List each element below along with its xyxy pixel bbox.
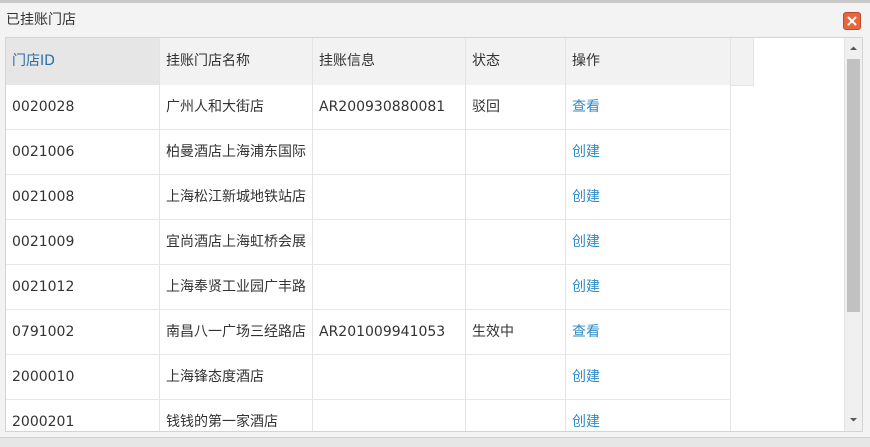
create-link[interactable]: 创建 xyxy=(572,234,600,250)
status-cell xyxy=(466,355,566,399)
store-id-cell: 2000010 xyxy=(6,355,160,399)
store-id-cell: 0020028 xyxy=(6,85,160,129)
account-info-cell xyxy=(313,400,466,431)
status-cell: 生效中 xyxy=(466,310,566,354)
create-link[interactable]: 创建 xyxy=(572,414,600,430)
account-info-cell xyxy=(313,130,466,174)
column-header-account-info[interactable]: 挂账信息 xyxy=(313,38,466,85)
table-row: 0021009 宜尚酒店上海虹桥会展 创建 xyxy=(6,220,731,265)
store-id-cell: 0021008 xyxy=(6,175,160,219)
store-name-cell: 钱钱的第一家酒店 xyxy=(160,400,313,431)
account-info-cell xyxy=(313,265,466,309)
scrollbar-thumb[interactable] xyxy=(847,59,860,312)
account-info-cell: AR201009941053 xyxy=(313,310,466,354)
scroll-up-button[interactable] xyxy=(845,40,862,57)
action-cell: 创建 xyxy=(566,220,731,264)
column-header-status[interactable]: 状态 xyxy=(466,38,566,85)
store-name-cell: 宜尚酒店上海虹桥会展 xyxy=(160,220,313,264)
store-name-cell: 南昌八一广场三经路店 xyxy=(160,310,313,354)
status-cell: 驳回 xyxy=(466,85,566,129)
table-row: 0021012 上海奉贤工业园广丰路 创建 xyxy=(6,265,731,310)
hung-account-stores-dialog: 已挂账门店 门店ID 挂账门店名称 挂账信息 状态 操作 0020028 广州人… xyxy=(0,0,870,447)
dialog-title: 已挂账门店 xyxy=(6,12,76,28)
table-row: 0791002 南昌八一广场三经路店 AR201009941053 生效中 查看 xyxy=(6,310,731,355)
action-cell: 创建 xyxy=(566,265,731,309)
store-name-cell: 上海松江新城地铁站店 xyxy=(160,175,313,219)
action-cell: 创建 xyxy=(566,175,731,219)
action-cell: 创建 xyxy=(566,130,731,174)
store-id-cell: 2000201 xyxy=(6,400,160,431)
account-info-cell xyxy=(313,175,466,219)
dialog-title-bar[interactable]: 已挂账门店 xyxy=(0,3,870,36)
status-cell xyxy=(466,175,566,219)
account-info-cell xyxy=(313,220,466,264)
status-cell xyxy=(466,265,566,309)
column-header-action[interactable]: 操作 xyxy=(566,38,731,85)
store-name-cell: 上海奉贤工业园广丰路 xyxy=(160,265,313,309)
store-id-cell: 0021012 xyxy=(6,265,160,309)
column-header-store-name[interactable]: 挂账门店名称 xyxy=(160,38,313,85)
close-button[interactable] xyxy=(843,12,861,30)
column-header-filler xyxy=(731,38,754,85)
store-name-cell: 柏曼酒店上海浦东国际 xyxy=(160,130,313,174)
table-row: 0021006 柏曼酒店上海浦东国际 创建 xyxy=(6,130,731,175)
action-cell: 创建 xyxy=(566,355,731,399)
scroll-down-button[interactable] xyxy=(845,411,862,428)
store-id-cell: 0791002 xyxy=(6,310,160,354)
grid-viewport: 门店ID 挂账门店名称 挂账信息 状态 操作 0020028 广州人和大街店 A… xyxy=(6,38,844,431)
action-cell: 创建 xyxy=(566,400,731,431)
create-link[interactable]: 创建 xyxy=(572,144,600,160)
create-link[interactable]: 创建 xyxy=(572,189,600,205)
store-name-cell: 上海锋态度酒店 xyxy=(160,355,313,399)
close-icon xyxy=(847,16,857,26)
grid-header-row: 门店ID 挂账门店名称 挂账信息 状态 操作 xyxy=(6,38,754,86)
table-row: 0020028 广州人和大街店 AR200930880081 驳回 查看 xyxy=(6,85,731,130)
vertical-scrollbar[interactable] xyxy=(844,38,862,431)
create-link[interactable]: 创建 xyxy=(572,279,600,295)
triangle-up-icon xyxy=(850,46,857,50)
column-header-store-id[interactable]: 门店ID xyxy=(6,38,160,85)
view-link[interactable]: 查看 xyxy=(572,324,600,340)
action-cell: 查看 xyxy=(566,310,731,354)
table-row: 2000201 钱钱的第一家酒店 创建 xyxy=(6,400,731,431)
stores-grid: 门店ID 挂账门店名称 挂账信息 状态 操作 0020028 广州人和大街店 A… xyxy=(5,37,863,432)
status-cell xyxy=(466,400,566,431)
store-id-cell: 0021006 xyxy=(6,130,160,174)
account-info-cell: AR200930880081 xyxy=(313,85,466,129)
dialog-bottom-border xyxy=(0,437,870,447)
view-link[interactable]: 查看 xyxy=(572,99,600,115)
status-cell xyxy=(466,130,566,174)
status-cell xyxy=(466,220,566,264)
action-cell: 查看 xyxy=(566,85,731,129)
triangle-down-icon xyxy=(850,418,857,422)
table-row: 2000010 上海锋态度酒店 创建 xyxy=(6,355,731,400)
table-row: 0021008 上海松江新城地铁站店 创建 xyxy=(6,175,731,220)
store-id-cell: 0021009 xyxy=(6,220,160,264)
store-name-cell: 广州人和大街店 xyxy=(160,85,313,129)
create-link[interactable]: 创建 xyxy=(572,369,600,385)
account-info-cell xyxy=(313,355,466,399)
